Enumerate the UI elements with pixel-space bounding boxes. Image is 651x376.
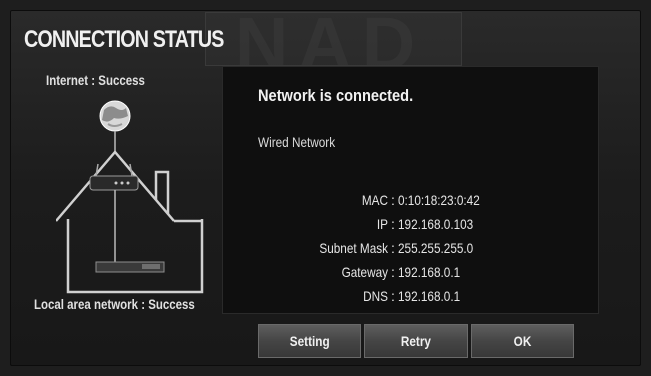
internet-status-label: Internet : Success: [46, 72, 145, 88]
info-separator: :: [391, 216, 395, 232]
info-separator: :: [391, 192, 395, 208]
setting-button[interactable]: Setting: [258, 324, 362, 358]
info-value: 192.168.0.103: [398, 216, 474, 232]
info-label: IP: [376, 216, 388, 232]
info-value: 0:10:18:23:0:42: [398, 192, 480, 208]
setting-button-label: Setting: [289, 333, 330, 349]
info-label: Gateway: [341, 264, 388, 280]
connection-type: Wired Network: [258, 134, 336, 150]
info-label: MAC: [361, 192, 388, 208]
player-device-icon: [95, 261, 165, 273]
info-value: 192.168.0.1: [398, 288, 461, 304]
info-separator: :: [391, 288, 395, 304]
brand-watermark: NAD: [234, 14, 426, 74]
network-diagram-graphic: [55, 100, 204, 294]
globe-icon: [99, 100, 131, 132]
info-separator: :: [391, 240, 395, 256]
page-title: CONNECTION STATUS: [24, 26, 224, 53]
info-row-subnet: Subnet Mask : 255.255.255.0: [270, 236, 590, 260]
info-label: Subnet Mask: [319, 240, 388, 256]
router-icon: [89, 163, 139, 191]
network-info-table: MAC : 0:10:18:23:0:42 IP : 192.168.0.103…: [270, 188, 590, 308]
lan-status-label: Local area network : Success: [34, 296, 195, 312]
info-row-mac: MAC : 0:10:18:23:0:42: [270, 188, 590, 212]
ok-button-label: OK: [513, 333, 532, 349]
ok-button[interactable]: OK: [470, 324, 574, 358]
button-bar: Setting Retry OK: [258, 324, 574, 358]
info-value: 255.255.255.0: [398, 240, 474, 256]
info-separator: :: [391, 264, 395, 280]
info-row-ip: IP : 192.168.0.103: [270, 212, 590, 236]
connection-message: Network is connected.: [258, 86, 414, 105]
info-value: 192.168.0.1: [398, 264, 461, 280]
network-diagram: [55, 94, 206, 299]
retry-button-label: Retry: [400, 333, 432, 349]
retry-button[interactable]: Retry: [364, 324, 468, 358]
info-label: DNS: [363, 288, 388, 304]
info-row-gateway: Gateway : 192.168.0.1: [270, 260, 590, 284]
info-row-dns: DNS : 192.168.0.1: [270, 284, 590, 308]
